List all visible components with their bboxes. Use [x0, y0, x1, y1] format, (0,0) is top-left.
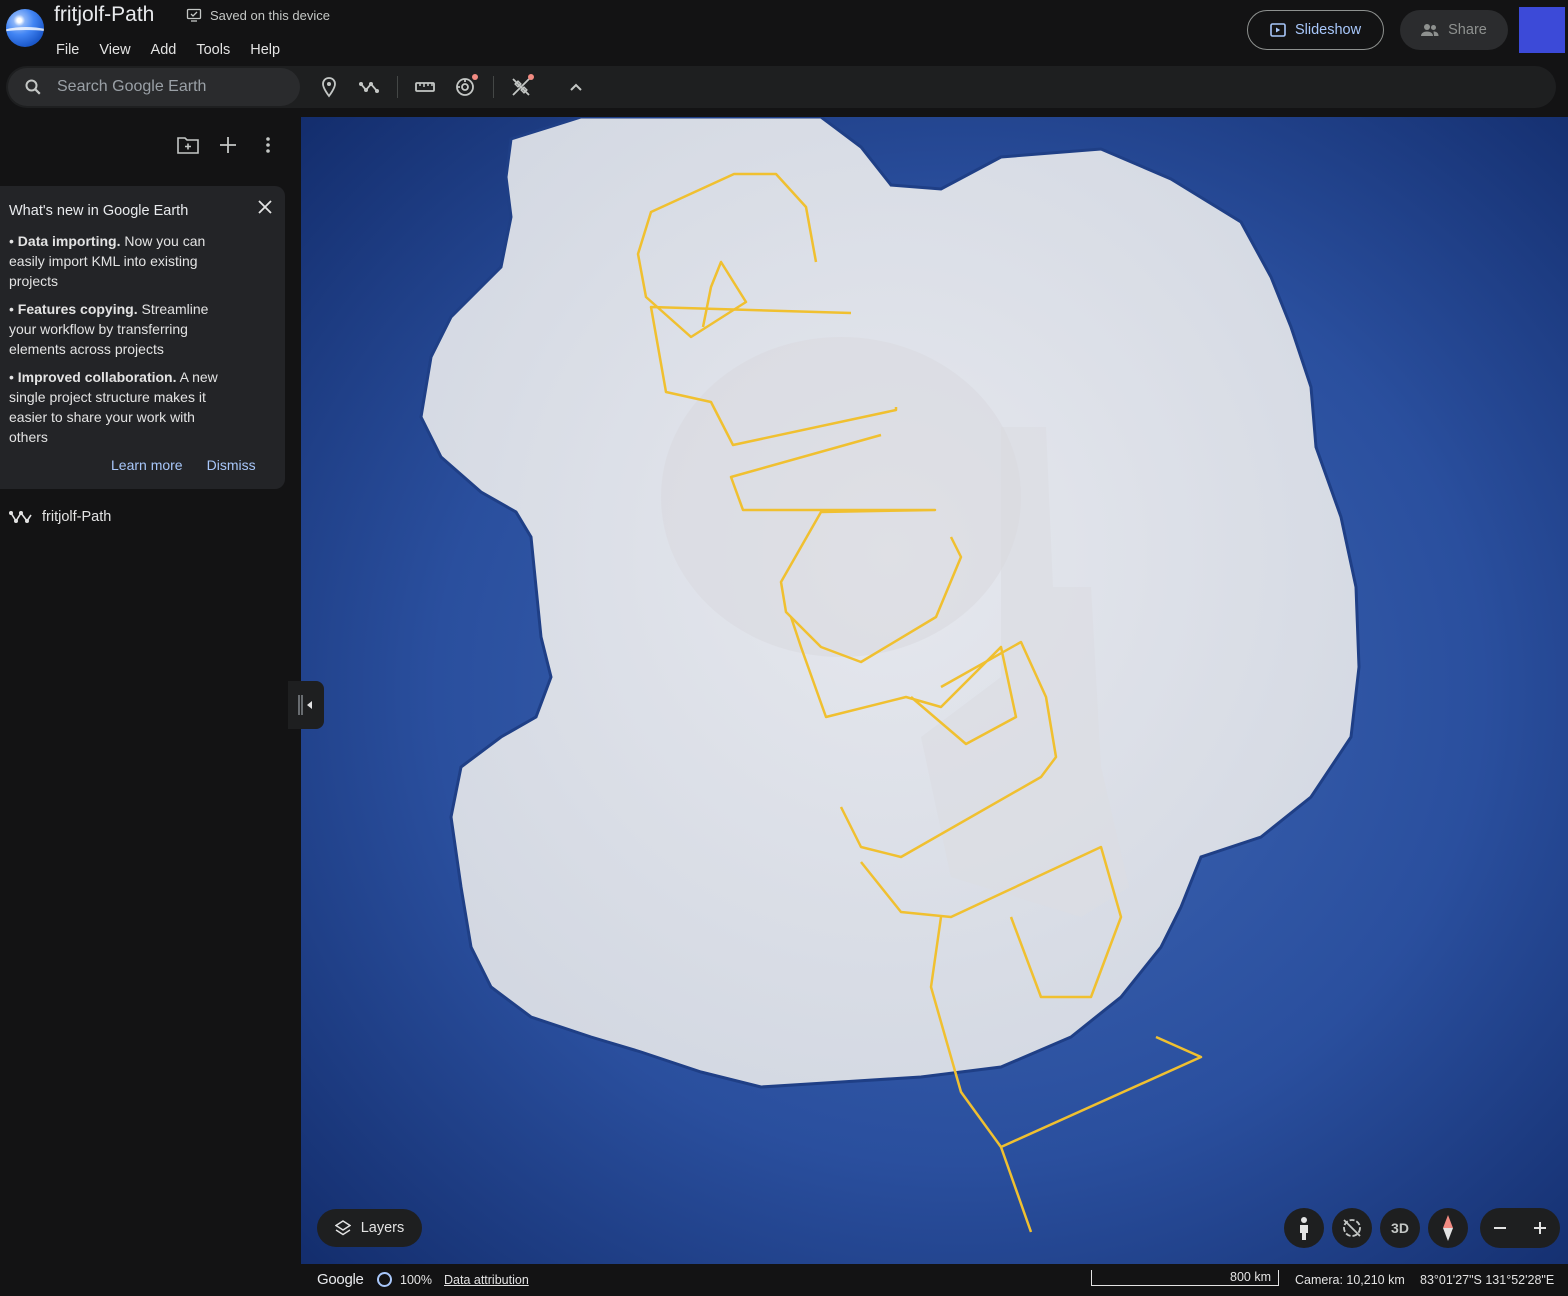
add-item-button[interactable]	[216, 133, 240, 157]
camera-altitude: Camera: 10,210 km	[1295, 1273, 1405, 1287]
project-item-fritjolf-path[interactable]: fritjolf-Path	[9, 509, 111, 525]
toolbar-divider	[493, 76, 494, 98]
slideshow-icon	[1270, 23, 1286, 37]
dismiss-link[interactable]: Dismiss	[207, 457, 256, 473]
saved-status-text: Saved on this device	[210, 7, 330, 23]
tools-button[interactable]	[508, 74, 534, 100]
3d-toggle-button[interactable]: 3D	[1380, 1208, 1420, 1248]
more-options-button[interactable]	[256, 133, 280, 157]
minus-icon	[1494, 1227, 1506, 1229]
share-button[interactable]: Share	[1400, 10, 1508, 50]
compass-button[interactable]	[1428, 1208, 1468, 1248]
path-icon	[359, 82, 379, 93]
more-vert-icon	[266, 137, 270, 153]
menu-add[interactable]: Add	[141, 40, 187, 60]
project-title[interactable]: fritjolf-Path	[54, 3, 154, 27]
new-folder-button[interactable]	[176, 133, 200, 157]
folder-add-icon	[177, 137, 199, 154]
no-tilt-icon	[1343, 1219, 1361, 1237]
chevron-up-icon	[570, 83, 582, 91]
notification-dot	[472, 74, 478, 80]
top-bar: fritjolf-Path Saved on this device File …	[0, 0, 1568, 66]
toolbar-divider	[397, 76, 398, 98]
globe-view[interactable]	[301, 117, 1568, 1264]
zoom-in-button[interactable]	[1520, 1208, 1560, 1248]
search-box[interactable]	[8, 68, 300, 106]
path-icon	[9, 511, 32, 523]
loading-ring-icon	[377, 1272, 392, 1287]
notification-dot	[528, 74, 534, 80]
pegman-icon	[1300, 1217, 1308, 1240]
sidebar-collapse-handle[interactable]	[288, 681, 324, 729]
layers-button[interactable]: Layers	[317, 1209, 422, 1247]
menu-bar: File View Add Tools Help	[46, 40, 290, 60]
collapse-toolbar-button[interactable]	[563, 74, 589, 100]
menu-view[interactable]: View	[89, 40, 140, 60]
share-label: Share	[1448, 22, 1487, 38]
collapse-left-icon	[298, 695, 312, 715]
whats-new-card: What's new in Google Earth • Data import…	[0, 186, 285, 489]
close-icon	[258, 200, 272, 214]
voyager-button[interactable]	[452, 74, 478, 100]
polar-hole	[661, 337, 1021, 657]
google-earth-logo[interactable]	[6, 9, 44, 47]
status-bar: Google 100% Data attribution 800 km Came…	[301, 1264, 1568, 1296]
whats-new-title: What's new in Google Earth	[9, 203, 189, 219]
map-viewport[interactable]: Layers 3D	[301, 117, 1568, 1264]
cursor-coordinates: 83°01'27"S 131°52'28"E	[1420, 1273, 1555, 1287]
add-placemark-button[interactable]	[316, 74, 342, 100]
search-icon	[25, 79, 41, 95]
scale-label: 800 km	[1230, 1270, 1271, 1284]
saved-device-icon	[186, 8, 202, 22]
street-view-button[interactable]	[1284, 1208, 1324, 1248]
whats-new-item: • Features copying. Streamline your work…	[9, 301, 209, 357]
whats-new-item: • Data importing. Now you can easily imp…	[9, 233, 206, 289]
google-wordmark: Google	[317, 1271, 364, 1288]
layers-icon	[334, 1220, 351, 1236]
sidebar-actions	[0, 133, 301, 157]
toolbar	[6, 66, 1556, 108]
menu-tools[interactable]: Tools	[186, 40, 240, 60]
account-avatar[interactable]	[1519, 7, 1565, 53]
compass-icon	[1443, 1215, 1453, 1241]
slideshow-button[interactable]: Slideshow	[1247, 10, 1384, 50]
close-card-button[interactable]	[255, 197, 275, 217]
place-marker-icon	[322, 77, 336, 98]
zoom-controls	[1480, 1208, 1560, 1248]
layers-label: Layers	[360, 1220, 405, 1236]
sidebar: What's new in Google Earth • Data import…	[0, 117, 301, 1296]
slideshow-label: Slideshow	[1294, 22, 1362, 38]
menu-help[interactable]: Help	[240, 40, 290, 60]
measure-button[interactable]	[412, 74, 438, 100]
ruler-icon	[415, 82, 435, 92]
data-attribution-link[interactable]: Data attribution	[444, 1273, 529, 1287]
whats-new-item: • Improved collaboration. A new single p…	[9, 369, 218, 445]
project-item-label: fritjolf-Path	[42, 509, 112, 525]
draw-path-button[interactable]	[356, 74, 382, 100]
load-percent: 100%	[400, 1273, 432, 1287]
learn-more-link[interactable]: Learn more	[111, 457, 183, 473]
people-icon	[1421, 24, 1439, 36]
plus-icon	[1534, 1222, 1546, 1234]
saved-status: Saved on this device	[186, 7, 330, 23]
zoom-out-button[interactable]	[1480, 1208, 1520, 1248]
menu-file[interactable]: File	[46, 40, 89, 60]
tilt-toggle-button[interactable]	[1332, 1208, 1372, 1248]
search-input[interactable]	[57, 78, 287, 96]
plus-icon	[220, 137, 236, 153]
